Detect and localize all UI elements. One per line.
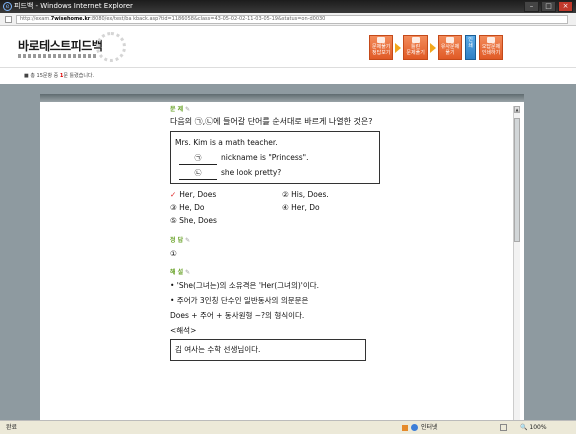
notice-pre: 총 15문항 중 (30, 73, 60, 79)
pencil-icon: ✎ (185, 237, 191, 244)
blank-1: ㉠ (179, 153, 217, 165)
nav-label: 쇄 (468, 43, 473, 49)
similar-problems-button[interactable]: 유사문제 풀기 (437, 35, 463, 60)
choice-text: Her, Do (291, 203, 320, 212)
window-title: 피드백 - Windows Internet Explorer (14, 2, 133, 10)
translation-box: 김 여사는 수학 선생님이다. (170, 339, 366, 361)
view-answer-button[interactable]: 문제풀기 정답보기 (369, 35, 394, 60)
arrow-right-icon (395, 42, 402, 53)
minimize-button[interactable]: – (524, 1, 539, 12)
nav-label: 풀기 (445, 50, 455, 56)
box-line-3: ㉡ she look pretty? (175, 165, 375, 180)
nav-label: 문제풀기 (406, 50, 425, 56)
security-zone[interactable]: 인터넷 (402, 421, 438, 434)
url-domain: 7wisehome.kr (50, 16, 91, 22)
choice-text: She, Does (179, 216, 217, 225)
document-icon (446, 37, 455, 43)
choice-text: Her, Does (179, 190, 217, 199)
content-background: ▲ 문 제 ✎ 다음의 ㉠,㉡에 들어갈 단어를 순서대로 바르게 나열한 것은?… (0, 84, 576, 420)
page-content: 바로테스트피드백 문제풀기 정답보기 틀린 문제풀기 유사문제 풀기 인쇄 오답문제 인… (0, 26, 576, 420)
maximize-button[interactable]: □ (541, 1, 556, 12)
box-line-2: ㉠ nickname is "Princess". (175, 150, 375, 165)
explanation-1: • 'She(그녀는)의 소유격은 'Her(그녀의)'이다. (170, 281, 320, 290)
choice-3[interactable]: ③ He, Do (170, 201, 282, 214)
globe-icon (411, 424, 418, 431)
close-button[interactable]: × (558, 1, 573, 12)
page-icon (5, 16, 12, 23)
status-bar: 완료 인터넷 🔍 100% (0, 420, 576, 434)
pencil-icon: ✎ (185, 106, 191, 113)
result-notice: ■ 총 15문항 중 1문 틀렸습니다. (24, 73, 95, 79)
header-nav: 문제풀기 정답보기 틀린 문제풀기 유사문제 풀기 인쇄 오답문제 인쇄하기 (369, 35, 504, 60)
translation-line-1: 김 여사는 수학 선생님이다. (175, 345, 261, 354)
url-path: :8080/ex/test/ba kback.asp?tid=1186058&c… (90, 16, 326, 22)
blank-2: ㉡ (179, 168, 217, 180)
security-icon[interactable] (500, 424, 507, 431)
window-controls: – □ × (524, 1, 573, 12)
panel-scrollbar[interactable]: ▲ (513, 106, 520, 420)
choice-text: His, Does. (291, 190, 329, 199)
choice-text: He, Do (179, 203, 205, 212)
answer-tag: 정 답 ✎ (170, 235, 510, 246)
site-header: 바로테스트피드백 문제풀기 정답보기 틀린 문제풀기 유사문제 풀기 인쇄 오답문제 인… (0, 26, 576, 84)
zone-label: 인터넷 (421, 424, 438, 431)
box-line-1: Mrs. Kim is a math teacher. (175, 138, 278, 147)
print-wrong-button[interactable]: 오답문제 인쇄하기 (478, 35, 504, 60)
scroll-thumb[interactable] (514, 118, 520, 242)
problem-tag: 문 제 ✎ (170, 104, 510, 115)
choice-4[interactable]: ④ Her, Do (282, 201, 394, 214)
question-text: 다음의 ㉠,㉡에 들어갈 단어를 순서대로 바르게 나열한 것은? (170, 117, 373, 126)
retry-wrong-button[interactable]: 틀린 문제풀기 (403, 35, 428, 60)
problem-tag-label: 문 제 (170, 106, 184, 113)
notice-post: 문 틀렸습니다. (63, 73, 95, 79)
logo-underline (18, 54, 96, 58)
printer-icon (487, 37, 496, 43)
panel-top-bar (40, 94, 524, 102)
question-panel: ▲ 문 제 ✎ 다음의 ㉠,㉡에 들어갈 단어를 순서대로 바르게 나열한 것은?… (40, 94, 524, 420)
print-button[interactable]: 인쇄 (465, 35, 476, 60)
box-line-3-text: she look pretty? (221, 168, 282, 177)
zoom-control[interactable]: 🔍 100% (520, 421, 547, 434)
check-mark-icon: ✓ (170, 190, 177, 199)
explain-tag-label: 해 설 (170, 269, 184, 276)
document-icon (411, 37, 420, 43)
choice-2[interactable]: ② His, Does. (282, 188, 394, 201)
choice-num: ④ (282, 203, 289, 212)
header-divider (0, 67, 576, 68)
url-field[interactable]: http://exam.7wisehome.kr:8080/ex/test/ba… (16, 15, 568, 24)
translation-heading: <해석> (170, 326, 197, 335)
answer-tag-label: 정 답 (170, 237, 184, 244)
box-line-2-text: nickname is "Princess". (221, 153, 309, 162)
choice-5[interactable]: ⑤ She, Does (170, 214, 282, 227)
question-content: 문 제 ✎ 다음의 ㉠,㉡에 들어갈 단어를 순서대로 바르게 나열한 것은? M… (170, 104, 510, 361)
title-bar: e 피드백 - Windows Internet Explorer – □ × (0, 0, 576, 13)
choice-1[interactable]: ✓ Her, Does (170, 188, 282, 201)
explanation-3: Does + 주어 + 동사원형 ~?의 형식이다. (170, 311, 305, 320)
status-text: 완료 (6, 424, 18, 431)
protected-mode-icon (402, 424, 408, 431)
ie-window: e 피드백 - Windows Internet Explorer – □ × … (0, 0, 576, 434)
site-logo[interactable]: 바로테스트피드백 (18, 37, 103, 54)
choice-num: ② (282, 190, 289, 199)
address-bar: http://exam.7wisehome.kr:8080/ex/test/ba… (0, 13, 576, 26)
choice-num: ③ (170, 203, 177, 212)
choice-list: ✓ Her, Does ② His, Does. ③ He, Do ④ Her, … (170, 188, 510, 227)
question-box: Mrs. Kim is a math teacher. ㉠ nickname is… (170, 131, 380, 184)
url-prefix: http://exam. (20, 16, 51, 22)
pencil-icon: ✎ (185, 269, 191, 276)
ie-logo-icon: e (3, 2, 12, 11)
zoom-value: 100% (529, 424, 547, 431)
explanation-2: • 주어가 3인칭 단수인 일반동사의 의문문은 (170, 296, 309, 305)
explain-tag: 해 설 ✎ (170, 267, 510, 278)
scroll-up-arrow-icon[interactable]: ▲ (514, 106, 520, 113)
nav-label: 인쇄하기 (481, 50, 501, 56)
nav-label: 정답보기 (372, 50, 391, 56)
choice-num: ⑤ (170, 216, 177, 225)
arrow-right-icon (429, 42, 436, 53)
gear-decoration-icon (96, 32, 126, 62)
document-icon (377, 37, 386, 43)
answer-value: ① (170, 249, 177, 258)
